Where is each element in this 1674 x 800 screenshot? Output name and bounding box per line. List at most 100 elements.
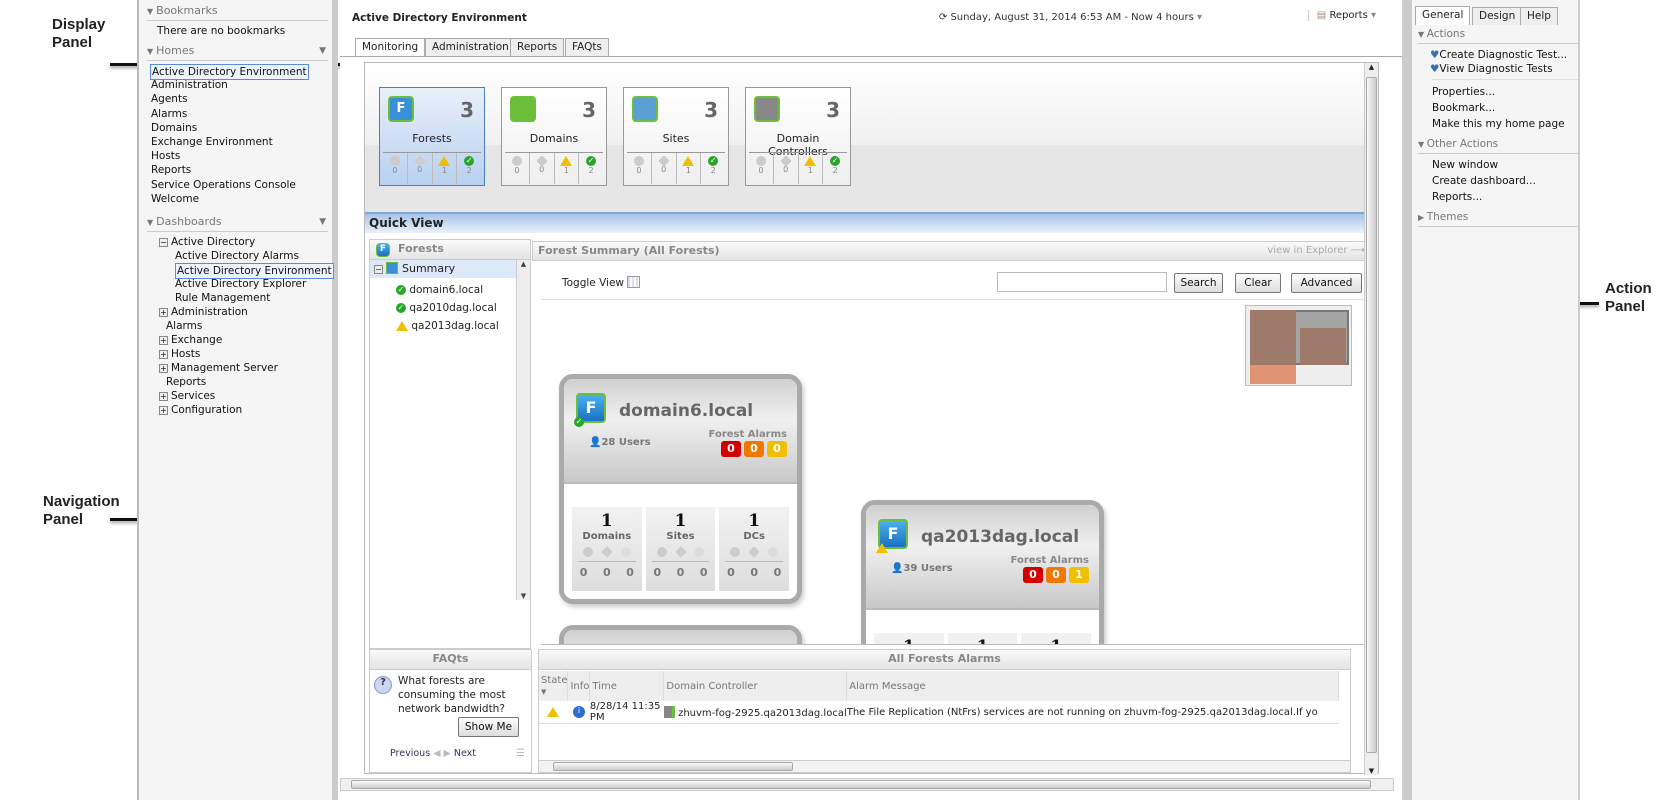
home-item[interactable]: Reports	[151, 163, 191, 177]
home-item[interactable]: Alarms	[151, 107, 187, 121]
tile-status-cell[interactable]: 0	[383, 153, 408, 184]
dashboards-section-header[interactable]: ▼ Dashboards ▼	[147, 214, 328, 232]
action-link[interactable]: Make this my home page	[1432, 117, 1565, 131]
tree-item[interactable]: Reports	[166, 375, 206, 389]
tile-status-cell[interactable]: 0	[505, 153, 530, 184]
tree-item[interactable]: + Hosts	[159, 347, 200, 361]
tile-status-cell[interactable]: ✓ 2	[823, 153, 847, 184]
actions-section-header[interactable]: ▼ Actions	[1418, 27, 1578, 44]
tree-item[interactable]: + Exchange	[159, 333, 222, 347]
expand-icon[interactable]: +	[159, 350, 168, 359]
home-item[interactable]: Exchange Environment	[151, 135, 273, 149]
tree-item-forest[interactable]: ✓ qa2010dag.local	[396, 302, 497, 314]
tree-scrollbar[interactable]: ▲ ▼	[516, 260, 530, 600]
alarm-badge[interactable]: 0	[1046, 567, 1066, 583]
search-input[interactable]	[997, 272, 1167, 292]
tree-item[interactable]: Rule Management	[175, 291, 270, 305]
forest-stat[interactable]: 1 DCs 0 0 0	[719, 507, 790, 591]
tree-item-forest[interactable]: qa2013dag.local	[396, 320, 499, 332]
alarm-row[interactable]: i 8/28/14 11:35 PM zhuvm-fog-2925.qa2013d…	[539, 701, 1339, 724]
summary-tile-domains[interactable]: 3 Domains 0 0 1 ✓ 2	[501, 87, 607, 186]
info-icon[interactable]: i	[572, 706, 585, 718]
tile-status-cell[interactable]: 0	[652, 153, 677, 184]
list-icon[interactable]: ☰	[516, 748, 525, 759]
tile-status-cell[interactable]: 1	[555, 153, 580, 184]
action-link[interactable]: New window	[1432, 158, 1498, 172]
expand-icon[interactable]: +	[159, 364, 168, 373]
action-link[interactable]: ♥View Diagnostic Tests	[1430, 62, 1553, 76]
clear-button[interactable]: Clear	[1235, 273, 1281, 293]
alarm-badge[interactable]: 0	[767, 441, 787, 457]
home-item[interactable]: Service Operations Console	[151, 178, 296, 192]
column-header[interactable]: Info	[567, 671, 591, 701]
forest-stat[interactable]: 1 Domains 0 0 0	[572, 507, 642, 591]
tree-item[interactable]: Active Directory Alarms	[175, 249, 299, 263]
tile-status-cell[interactable]: ✓ 2	[579, 153, 603, 184]
tile-status-cell[interactable]: 0	[749, 153, 774, 184]
view-in-explorer-link[interactable]: view in Explorer ⟶	[1267, 242, 1365, 260]
main-horizontal-scrollbar[interactable]	[340, 778, 1394, 791]
action-link[interactable]: Properties...	[1432, 85, 1495, 99]
tree-item[interactable]: Alarms	[166, 319, 202, 333]
column-header[interactable]: State ▼	[539, 671, 569, 701]
alarm-badge[interactable]: 0	[744, 441, 764, 457]
forest-stat[interactable]: 1 Sites 0 0 0	[645, 507, 716, 591]
action-link[interactable]: ♥Create Diagnostic Test...	[1430, 48, 1567, 62]
tile-status-cell[interactable]: 0	[408, 153, 433, 184]
forest-stat[interactable]: 1DCs001	[1021, 633, 1092, 644]
column-header[interactable]: Alarm Message	[846, 671, 1339, 701]
tree-item[interactable]: + Administration	[159, 305, 248, 319]
toggle-view-button[interactable]: Toggle View	[562, 276, 641, 289]
collapse-icon[interactable]: −	[159, 238, 168, 247]
filter-dropdown-icon[interactable]: ▼	[319, 214, 326, 230]
tile-status-cell[interactable]: ✓ 2	[701, 153, 725, 184]
show-me-button[interactable]: Show Me	[458, 717, 519, 737]
tile-status-cell[interactable]: 1	[677, 153, 702, 184]
tab-general[interactable]: General	[1415, 6, 1471, 25]
previous-link[interactable]: Previous	[390, 748, 430, 759]
tab-reports[interactable]: Reports	[510, 38, 565, 56]
tile-status-cell[interactable]: 0	[774, 153, 799, 184]
tab-faqts[interactable]: FAQts	[565, 38, 609, 56]
expand-icon[interactable]: +	[159, 392, 168, 401]
expand-icon[interactable]: +	[159, 336, 168, 345]
tree-item-forest[interactable]: ✓ domain6.local	[396, 284, 483, 296]
tab-design[interactable]: Design	[1472, 7, 1523, 25]
tile-status-cell[interactable]: 0	[627, 153, 652, 184]
column-header[interactable]: Time	[589, 671, 665, 701]
action-link[interactable]: Bookmark...	[1432, 101, 1495, 115]
collapse-icon[interactable]: −	[374, 265, 383, 274]
tree-item[interactable]: + Configuration	[159, 403, 242, 417]
other-actions-section-header[interactable]: ▼ Other Actions	[1418, 137, 1578, 154]
summary-tile-forests[interactable]: F 3 Forests 0 0 1 ✓ 2	[379, 87, 485, 186]
sort-icon[interactable]: ▼	[541, 688, 546, 696]
action-link[interactable]: Create dashboard...	[1432, 174, 1536, 188]
alarm-badge[interactable]: 1	[1069, 567, 1089, 583]
tree-item-active-directory[interactable]: − Active Directory	[159, 235, 255, 249]
expand-icon[interactable]: +	[159, 308, 168, 317]
tab-administration[interactable]: Administration	[425, 38, 516, 56]
alarm-badge[interactable]: 0	[1023, 567, 1043, 583]
tile-status-cell[interactable]: ✓ 2	[457, 153, 481, 184]
search-button[interactable]: Search	[1174, 273, 1223, 293]
tree-item-summary[interactable]: − Summary	[370, 260, 516, 278]
homes-section-header[interactable]: ▼ Homes ▼	[147, 43, 328, 61]
tab-monitoring[interactable]: Monitoring	[355, 38, 426, 57]
home-item[interactable]: Administration	[151, 78, 228, 92]
filter-dropdown-icon[interactable]: ▼	[319, 43, 326, 59]
tile-status-cell[interactable]: 1	[433, 153, 458, 184]
home-item[interactable]: Domains	[151, 121, 197, 135]
home-item[interactable]: Agents	[151, 92, 188, 106]
home-item[interactable]: Hosts	[151, 149, 180, 163]
themes-section-header[interactable]: ▶ Themes	[1418, 210, 1578, 227]
time-range-selector[interactable]: ⟳ Sunday, August 31, 2014 6:53 AM - Now …	[939, 12, 1202, 23]
content-vertical-scrollbar[interactable]: ▲ ▼	[1364, 63, 1378, 775]
home-item[interactable]: Welcome	[151, 192, 199, 206]
tile-status-cell[interactable]: 1	[799, 153, 824, 184]
bookmarks-section-header[interactable]: ▼ Bookmarks	[147, 3, 328, 21]
summary-tile-domain-controllers[interactable]: 3 Domain Controllers 0 0 1 ✓ 2	[745, 87, 851, 186]
forest-card[interactable]: F ✓ domain6.local 👤28 Users Forest Alarms…	[559, 374, 802, 604]
forest-stat[interactable]: 1Sites001	[947, 633, 1018, 644]
tree-item[interactable]: Active Directory Explorer	[175, 277, 306, 291]
reports-menu[interactable]: ▤ Reports ▾	[1307, 10, 1376, 21]
